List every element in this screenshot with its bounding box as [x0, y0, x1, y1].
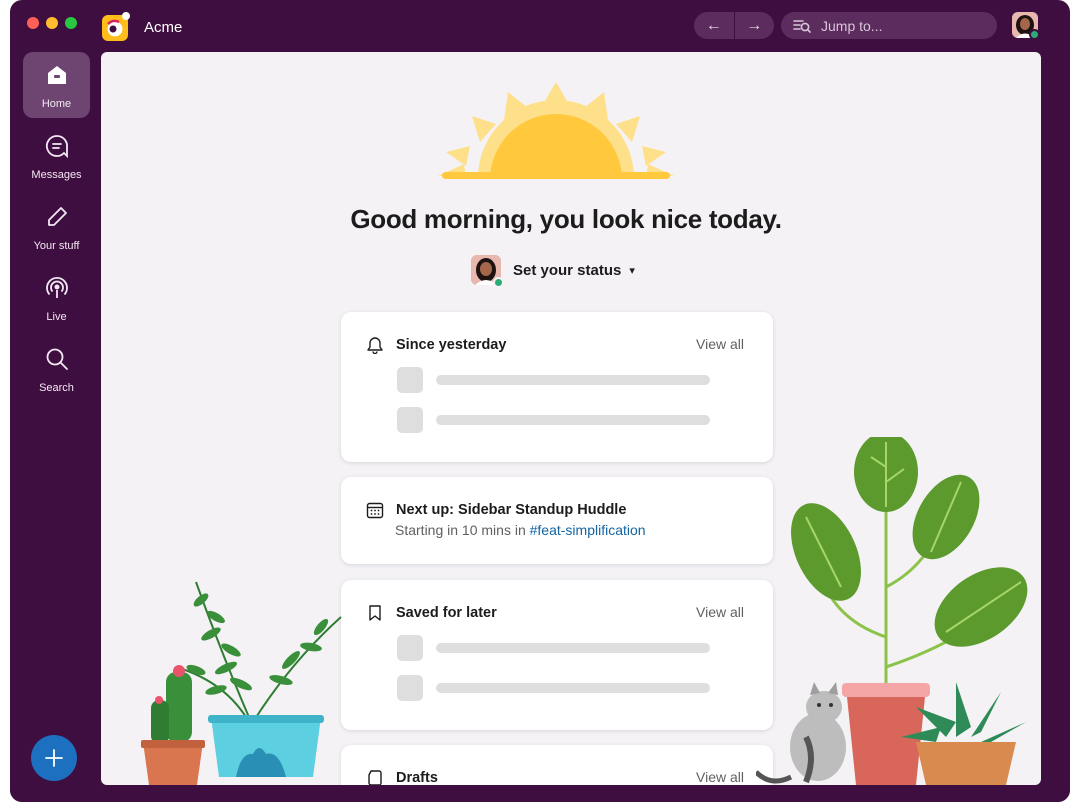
calendar-icon	[366, 502, 384, 519]
huddle-time-text: Starting in 10 mins in	[395, 522, 530, 538]
compose-button[interactable]	[31, 735, 77, 781]
view-all-link[interactable]: View all	[696, 769, 744, 785]
placeholder-row	[397, 407, 710, 433]
saved-for-later-card: Saved for later View all	[341, 580, 773, 730]
app-window: Acme ← → Jump to... Home Messages Your s…	[10, 0, 1070, 802]
next-up-card[interactable]: Next up: Sidebar Standup Huddle Starting…	[341, 477, 773, 564]
left-plants-illustration	[141, 581, 342, 785]
placeholder-row	[397, 635, 710, 661]
rail-label-search: Search	[39, 382, 74, 394]
card-header: Since yesterday	[366, 336, 506, 354]
plus-icon	[45, 749, 63, 767]
card-title: Since yesterday	[396, 337, 507, 353]
status-online-dot	[493, 277, 504, 288]
bookmark-icon	[369, 605, 381, 621]
placeholder-row	[397, 675, 710, 701]
minimize-window-button[interactable]	[46, 17, 58, 29]
pencil-icon	[44, 204, 70, 230]
rail-item-your-stuff[interactable]: Your stuff	[23, 194, 90, 260]
broadcast-icon	[44, 275, 70, 301]
draft-icon	[368, 770, 382, 785]
card-header: Drafts	[366, 769, 438, 785]
workspace-name[interactable]: Acme	[144, 19, 182, 36]
online-status-dot	[1029, 29, 1040, 40]
card-title: Saved for later	[396, 605, 497, 621]
card-title: Drafts	[396, 770, 438, 785]
view-all-link[interactable]: View all	[696, 336, 744, 352]
channel-link[interactable]: #feat-simplification	[530, 522, 646, 538]
rail-label-live: Live	[46, 311, 67, 323]
search-filter-icon	[793, 19, 811, 33]
greeting-heading: Good morning, you look nice today.	[350, 204, 782, 234]
jump-to-placeholder: Jump to...	[821, 17, 883, 34]
rail-item-messages[interactable]: Messages	[23, 123, 90, 189]
forward-arrow-icon[interactable]: →	[735, 12, 775, 39]
placeholder-row	[397, 367, 710, 393]
messages-icon	[44, 133, 70, 159]
rail-label-home: Home	[41, 98, 72, 110]
card-title: Next up: Sidebar Standup Huddle	[396, 502, 627, 518]
home-main-panel: Good morning, you look nice today. Set y…	[101, 52, 1041, 785]
card-header: Saved for later	[366, 604, 497, 622]
maximize-window-button[interactable]	[65, 17, 77, 29]
card-header: Next up: Sidebar Standup Huddle	[366, 501, 626, 519]
huddle-subtitle: Starting in 10 mins in #feat-simplificat…	[395, 522, 646, 538]
sun-illustration	[436, 82, 676, 184]
jump-to-search[interactable]: Jump to...	[781, 12, 997, 39]
view-all-link[interactable]: View all	[696, 604, 744, 620]
right-plants-illustration	[756, 437, 1028, 785]
bell-icon	[367, 337, 383, 354]
since-yesterday-card: Since yesterday View all	[341, 312, 773, 462]
rail-label-your-stuff: Your stuff	[33, 240, 80, 252]
close-window-button[interactable]	[27, 17, 39, 29]
rail-item-search[interactable]: Search	[23, 336, 90, 402]
home-icon	[44, 62, 70, 88]
history-nav: ← →	[694, 12, 774, 39]
rail-label-messages: Messages	[31, 169, 82, 181]
search-icon	[44, 346, 70, 372]
chevron-down-icon: ▾	[629, 264, 635, 277]
window-bottom-frame	[10, 784, 1070, 802]
drafts-card: Drafts View all	[341, 745, 773, 785]
rail-item-live[interactable]: Live	[23, 265, 90, 331]
rail-item-home[interactable]: Home	[23, 52, 90, 118]
set-status-label: Set your status	[513, 261, 622, 279]
workspace-logo-icon[interactable]	[102, 12, 132, 42]
back-arrow-icon[interactable]: ←	[694, 12, 735, 39]
